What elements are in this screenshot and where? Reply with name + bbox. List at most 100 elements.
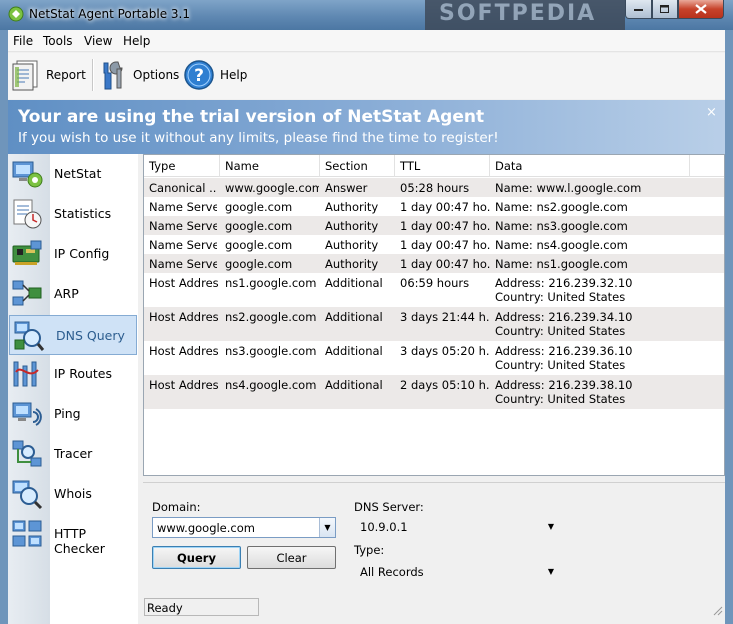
menu-view[interactable]: View (84, 34, 112, 48)
table-row[interactable]: Name Server google.com Authority 1 day 0… (144, 216, 724, 235)
clear-button[interactable]: Clear (247, 546, 336, 569)
app-icon (8, 6, 24, 22)
sidebar-item-label: HTTP Checker (54, 526, 105, 556)
sidebar-item-netstat[interactable]: NetStat (8, 154, 138, 194)
table-row[interactable]: Canonical ... www.google.com Answer 05:2… (144, 178, 724, 197)
banner-close-button[interactable]: × (706, 105, 717, 120)
cell-data-line: Country: United States (495, 290, 626, 304)
cell-name: www.google.com (225, 181, 319, 195)
sidebar-item-ip-routes[interactable]: IP Routes (8, 354, 138, 394)
type-label: Type: (354, 543, 385, 557)
cell-section: Additional (325, 276, 383, 290)
options-icon (103, 61, 123, 90)
table-row[interactable]: Host Address ns2.google.com Additional 3… (144, 307, 724, 341)
domain-combo[interactable]: www.google.com ▼ (152, 517, 336, 538)
cell-data-line: Address: 216.239.32.10 (495, 276, 633, 290)
results-table[interactable]: Type Name Section TTL Data Canonical ...… (143, 154, 725, 476)
cell-type: Host Address (149, 310, 219, 324)
report-button[interactable]: Report (11, 57, 86, 93)
arp-icon (12, 280, 42, 306)
query-button[interactable]: Query (152, 546, 241, 569)
sidebar-item-ping[interactable]: Ping (8, 394, 138, 434)
cell-section: Authority (325, 219, 379, 233)
cell-type: Name Server (149, 257, 217, 271)
cell-ttl: 05:28 hours (400, 181, 470, 195)
cell-data-line: Address: 216.239.38.10 (495, 378, 633, 392)
table-header: Type Name Section TTL Data (144, 155, 724, 177)
sidebar-item-whois[interactable]: Whois (8, 474, 138, 514)
window-frame-right (725, 30, 733, 624)
window-client: File Tools View Help Report Options ? He… (8, 30, 725, 624)
minimize-button[interactable] (625, 0, 652, 19)
sidebar-item-label: IP Routes (54, 366, 112, 381)
table-row[interactable]: Host Address ns4.google.com Additional 2… (144, 375, 724, 409)
sidebar-item-http-checker[interactable]: HTTP Checker (8, 514, 138, 556)
cell-section: Additional (325, 378, 383, 392)
help-label: Help (220, 68, 248, 82)
minimize-icon (633, 9, 643, 11)
help-button[interactable]: ? Help (183, 57, 247, 93)
sidebar-item-dns-query[interactable]: DNS Query (9, 315, 137, 355)
table-row[interactable]: Name Server google.com Authority 1 day 0… (144, 235, 724, 254)
chevron-down-icon[interactable]: ▼ (319, 518, 335, 537)
column-header-ttl[interactable]: TTL (395, 155, 490, 177)
table-row[interactable]: Host Address ns1.google.com Additional 0… (144, 273, 724, 307)
options-button[interactable]: Options (98, 57, 179, 93)
cell-name: google.com (225, 200, 293, 214)
cell-data: Address: 216.239.38.10 Country: United S… (495, 378, 720, 406)
title-bar: SOFTPEDIA NetStat Agent Portable 3.1 (0, 0, 733, 30)
report-label: Report (46, 68, 86, 82)
cell-data: Address: 216.239.34.10 Country: United S… (495, 310, 720, 338)
sidebar-item-arp[interactable]: ARP (8, 274, 138, 314)
svg-text:?: ? (194, 66, 204, 86)
sidebar-item-statistics[interactable]: Statistics (8, 194, 138, 234)
sidebar-item-tracer[interactable]: Tracer (8, 434, 138, 474)
menu-bar: File Tools View Help (8, 30, 725, 52)
tracer-icon (12, 440, 42, 467)
help-icon: ? (184, 60, 214, 90)
chevron-down-icon: ▼ (547, 567, 554, 576)
cell-section: Additional (325, 344, 383, 358)
sidebar-item-label: Statistics (54, 206, 112, 221)
cell-type: Host Address (149, 344, 219, 358)
type-value: All Records (360, 565, 424, 579)
dns-server-select[interactable]: 10.9.0.1 ▼ (354, 517, 558, 537)
menu-file[interactable]: File (13, 34, 33, 48)
cell-name: google.com (225, 238, 293, 252)
cell-data-line: Address: 216.239.34.10 (495, 310, 633, 324)
cell-section: Authority (325, 257, 379, 271)
window-frame-left (0, 30, 8, 624)
table-row[interactable]: Host Address ns3.google.com Additional 3… (144, 341, 724, 375)
cell-data: Name: ns4.google.com (495, 238, 628, 252)
cell-ttl: 3 days 05:20 h... (400, 344, 490, 358)
resize-grip-icon[interactable] (711, 604, 723, 616)
cell-data-line: Address: 216.239.36.10 (495, 344, 633, 358)
menu-help[interactable]: Help (123, 34, 150, 48)
status-bar: Ready (143, 596, 725, 618)
cell-section: Answer (325, 181, 368, 195)
type-select[interactable]: All Records ▼ (354, 562, 558, 582)
column-header-name[interactable]: Name (220, 155, 320, 177)
cell-type: Host Address (149, 378, 219, 392)
sidebar: NetStat Statistics IP Config ARP DNS Que… (8, 154, 138, 624)
dns-server-value: 10.9.0.1 (360, 520, 408, 534)
sidebar-item-label: Tracer (54, 446, 93, 461)
cell-section: Additional (325, 310, 383, 324)
column-header-section[interactable]: Section (320, 155, 395, 177)
menu-tools[interactable]: Tools (43, 34, 73, 48)
sidebar-item-ip-config[interactable]: IP Config (8, 234, 138, 274)
column-header-data[interactable]: Data (490, 155, 690, 177)
options-label: Options (133, 68, 180, 82)
close-button[interactable] (678, 0, 724, 19)
cell-ttl: 1 day 00:47 ho... (400, 200, 490, 214)
ip-routes-icon (13, 361, 39, 387)
sidebar-item-label: Ping (54, 406, 81, 421)
table-row[interactable]: Name Server google.com Authority 1 day 0… (144, 197, 724, 216)
table-row[interactable]: Name Server google.com Authority 1 day 0… (144, 254, 724, 273)
column-header-type[interactable]: Type (144, 155, 220, 177)
netstat-icon (12, 161, 43, 188)
cell-name: ns3.google.com (225, 344, 317, 358)
maximize-button[interactable] (652, 0, 678, 19)
domain-value: www.google.com (157, 521, 255, 535)
cell-ttl: 06:59 hours (400, 276, 470, 290)
